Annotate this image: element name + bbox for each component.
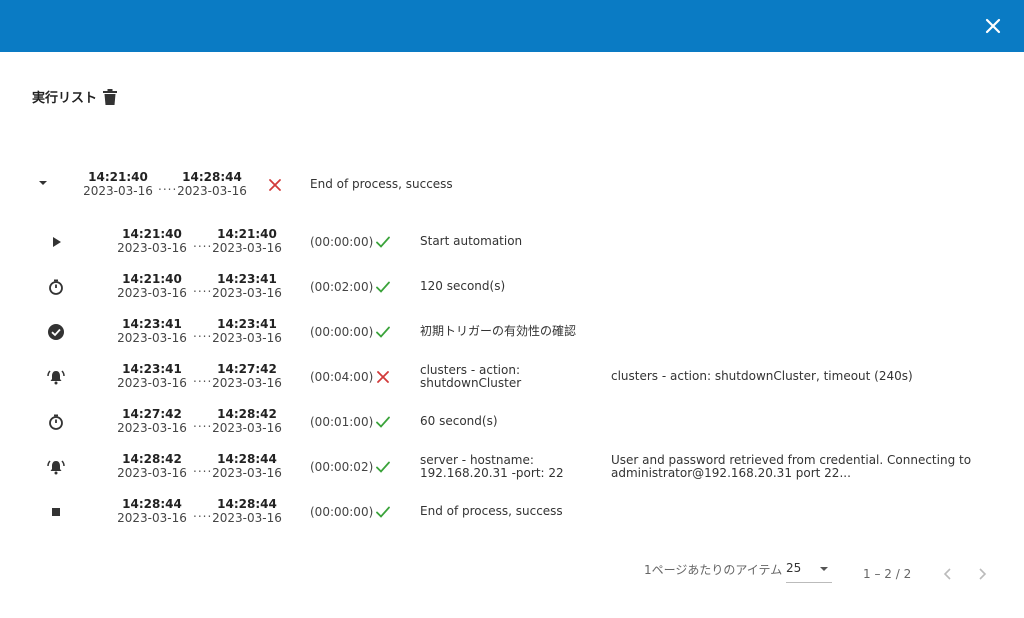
previous-page-icon[interactable] xyxy=(940,566,956,582)
step-detail: clusters - action: shutdownCluster, time… xyxy=(611,369,913,383)
start-time: 14:28:42 2023-03-16 xyxy=(117,452,187,480)
step-row[interactable]: 14:28:42 2023-03-16.... 14:28:44 2023-03-16… xyxy=(0,447,1024,487)
error-x-icon xyxy=(269,179,281,191)
step-row[interactable]: 14:21:40 2023-03-16.... 14:23:41 2023-03-16… xyxy=(0,267,1024,307)
end-time: 14:21:40 2023-03-16 xyxy=(212,227,282,255)
step-detail xyxy=(611,235,991,248)
step-duration: (00:02:00) xyxy=(310,280,374,294)
start-time: 14:27:42 2023-03-16 xyxy=(117,407,187,435)
trash-icon[interactable] xyxy=(103,88,118,105)
step-row[interactable]: 14:23:41 2023-03-16.... 14:23:41 2023-03-16… xyxy=(0,312,1024,352)
step-detail: User and password retrieved from credent… xyxy=(611,453,972,480)
next-page-icon[interactable] xyxy=(974,566,990,582)
step-duration: (00:00:00) xyxy=(310,505,374,519)
step-detail xyxy=(611,325,991,338)
start-time: 14:21:40 2023-03-16 xyxy=(117,227,187,255)
step-description: Start automation xyxy=(420,234,523,248)
step-description: 初期トリガーの有効性の確認 xyxy=(420,324,577,338)
step-duration: (00:00:02) xyxy=(310,460,374,474)
paginator: 1ページあたりのアイテム 25 1 – 2 / 2 xyxy=(0,560,1024,590)
dialog-title-row: 実行リスト xyxy=(32,87,118,106)
success-check-icon xyxy=(376,461,390,473)
bell-alert-icon xyxy=(47,370,65,385)
parent-execution-row[interactable]: 14:21:40 2023-03-16 .... 14:28:44 2023-03-… xyxy=(0,165,1024,205)
step-row[interactable]: 14:27:42 2023-03-16.... 14:28:42 2023-03-16… xyxy=(0,402,1024,442)
bell-alert-icon xyxy=(47,460,65,475)
page-size-select[interactable]: 25 xyxy=(786,560,832,583)
start-time: 14:23:41 2023-03-16 xyxy=(117,317,187,345)
caret-down-icon[interactable] xyxy=(34,174,52,192)
end-time: 14:28:44 2023-03-16 xyxy=(177,170,247,198)
parent-description: End of process, success xyxy=(310,177,453,191)
step-description: clusters - action: shutdownCluster xyxy=(420,363,522,390)
step-detail xyxy=(611,505,991,518)
dialog-title: 実行リスト xyxy=(32,91,98,106)
step-description: server - hostname: 192.168.20.31 -port: 2… xyxy=(420,453,564,480)
step-description: End of process, success xyxy=(420,504,563,518)
stopwatch-icon xyxy=(49,414,63,430)
page-range: 1 – 2 / 2 xyxy=(863,567,912,581)
dialog-header xyxy=(0,0,1024,52)
step-row[interactable]: 14:28:44 2023-03-16.... 14:28:44 2023-03-16… xyxy=(0,492,1024,532)
end-time: 14:28:44 2023-03-16 xyxy=(212,497,282,525)
step-detail xyxy=(611,280,991,293)
end-time: 14:27:42 2023-03-16 xyxy=(212,362,282,390)
step-row[interactable]: 14:21:40 2023-03-16.... 14:21:40 2023-03-16… xyxy=(0,222,1024,262)
start-time: 14:21:40 2023-03-16 xyxy=(83,170,153,198)
error-x-icon xyxy=(377,371,389,383)
end-time: 14:23:41 2023-03-16 xyxy=(212,272,282,300)
play-icon xyxy=(53,237,61,247)
success-check-icon xyxy=(376,506,390,518)
end-time: 14:28:44 2023-03-16 xyxy=(212,452,282,480)
page-size-value: 25 xyxy=(786,561,802,575)
success-check-icon xyxy=(376,416,390,428)
close-icon[interactable] xyxy=(982,15,1004,37)
dropdown-caret-icon xyxy=(820,567,828,571)
step-duration: (00:04:00) xyxy=(310,370,374,384)
stop-icon xyxy=(52,508,60,516)
success-check-icon xyxy=(376,326,390,338)
step-detail xyxy=(611,415,991,428)
step-duration: (00:01:00) xyxy=(310,415,374,429)
step-description: 60 second(s) xyxy=(420,414,498,428)
items-per-page-label: 1ページあたりのアイテム xyxy=(644,563,783,577)
end-time: 14:28:42 2023-03-16 xyxy=(212,407,282,435)
step-description: 120 second(s) xyxy=(420,279,506,293)
step-duration: (00:00:00) xyxy=(310,325,374,339)
start-time: 14:28:44 2023-03-16 xyxy=(117,497,187,525)
step-row[interactable]: 14:23:41 2023-03-16.... 14:27:42 2023-03-16… xyxy=(0,357,1024,397)
step-duration: (00:00:00) xyxy=(310,235,374,249)
end-time: 14:23:41 2023-03-16 xyxy=(212,317,282,345)
success-check-icon xyxy=(376,281,390,293)
check-circle-icon xyxy=(48,324,64,340)
stopwatch-icon xyxy=(49,279,63,295)
success-check-icon xyxy=(376,236,390,248)
start-time: 14:23:41 2023-03-16 xyxy=(117,362,187,390)
start-time: 14:21:40 2023-03-16 xyxy=(117,272,187,300)
